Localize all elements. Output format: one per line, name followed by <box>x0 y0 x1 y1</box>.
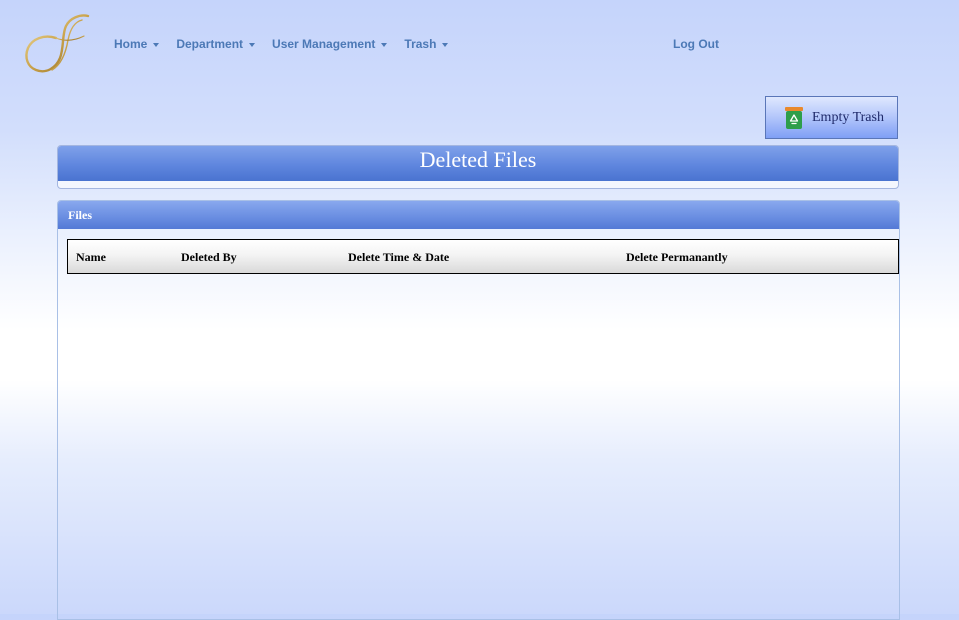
nav-home[interactable]: Home <box>114 37 160 51</box>
nav-user-management[interactable]: User Management <box>272 37 388 51</box>
recycle-bin-icon <box>785 106 803 129</box>
empty-trash-button[interactable]: Empty Trash <box>765 96 898 139</box>
column-header-delete-time-date[interactable]: Delete Time & Date <box>348 250 449 265</box>
column-header-delete-permanently[interactable]: Delete Permanantly <box>626 250 728 265</box>
files-panel-heading: Files <box>68 207 92 222</box>
caret-down-icon <box>381 42 388 47</box>
logo[interactable] <box>22 12 92 76</box>
files-panel-header: Files <box>58 201 899 229</box>
logout-link[interactable]: Log Out <box>673 37 719 51</box>
nav-department[interactable]: Department <box>176 37 256 51</box>
nav-trash-label: Trash <box>404 37 437 51</box>
nav-home-label: Home <box>114 37 148 51</box>
caret-down-icon <box>249 42 256 47</box>
files-panel: Files Name Deleted By Delete Time & Date… <box>57 200 900 620</box>
nav-trash[interactable]: Trash <box>404 37 449 51</box>
caret-down-icon <box>442 42 449 47</box>
main-nav: Home Department User Management Trash <box>114 37 465 51</box>
caret-down-icon <box>153 42 160 47</box>
nav-department-label: Department <box>176 37 244 51</box>
nav-user-management-label: User Management <box>272 37 376 51</box>
page-title: Deleted Files <box>419 147 537 172</box>
empty-trash-label: Empty Trash <box>812 109 884 125</box>
column-header-deleted-by[interactable]: Deleted By <box>181 250 237 265</box>
column-header-name[interactable]: Name <box>76 250 106 265</box>
page-title-panel: Deleted Files <box>57 145 899 189</box>
script-j-logo-icon <box>25 14 90 73</box>
page-title-bar: Deleted Files <box>58 146 898 181</box>
files-table-header: Name Deleted By Delete Time & Date Delet… <box>67 239 899 274</box>
